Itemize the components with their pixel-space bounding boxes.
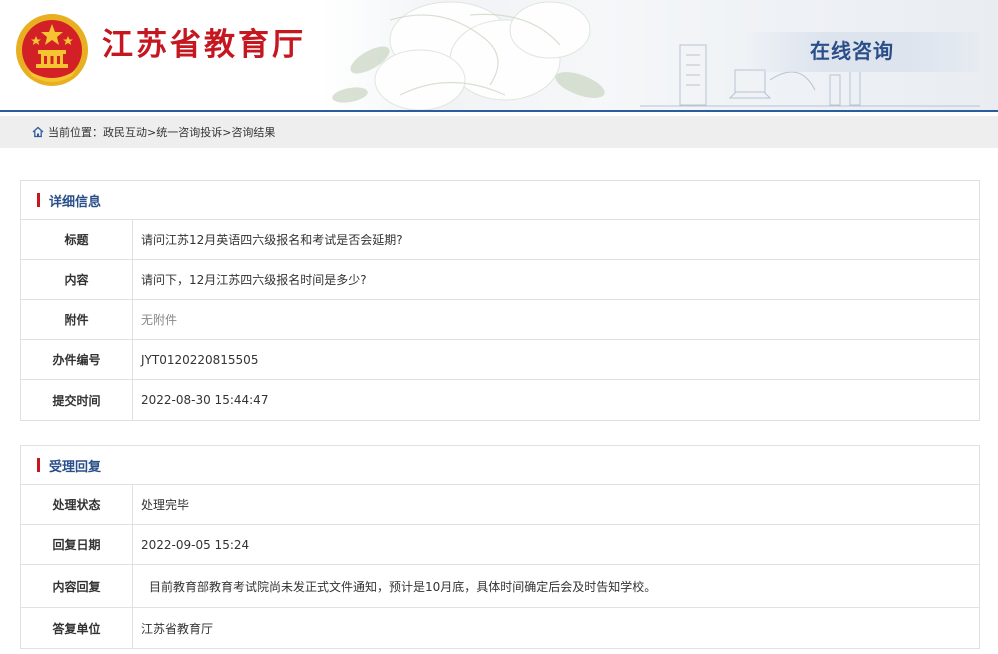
details-row-title: 标题 请问江苏12月英语四六级报名和考试是否会延期? [21,220,979,260]
row-label: 办件编号 [21,340,133,379]
breadcrumb-item-result[interactable]: 咨询结果 [231,124,275,140]
breadcrumb-item-politics[interactable]: 政民互动> [103,124,156,140]
breadcrumb-prefix: 当前位置： [48,126,103,139]
details-row-submit-time: 提交时间 2022-08-30 15:44:47 [21,380,979,420]
details-panel-header: 详细信息 [21,181,979,220]
reply-row-date: 回复日期 2022-09-05 15:24 [21,525,979,565]
row-value: 请问下，12月江苏四六级报名时间是多少? [141,273,367,287]
reply-panel: 受理回复 处理状态 处理完毕 回复日期 2022-09-05 15:24 内容回… [20,445,980,649]
reply-row-content: 内容回复 目前教育部教育考试院尚未发正式文件通知，预计是10月底，具体时间确定后… [21,565,979,608]
section-marker [37,193,40,207]
breadcrumb: 当前位置： 政民互动> 统一咨询投诉> 咨询结果 [0,116,998,148]
flower-decoration [332,1,605,111]
section-title: 在线咨询 [810,39,894,63]
breadcrumb-item-complaints[interactable]: 统一咨询投诉> [156,124,231,140]
row-label: 回复日期 [21,525,133,564]
reply-row-status: 处理状态 处理完毕 [21,485,979,525]
row-value: JYT0120220815505 [141,352,259,367]
row-label: 附件 [21,300,133,339]
details-panel-title: 详细信息 [49,194,102,210]
section-marker [37,458,40,472]
header-divider [0,110,998,112]
reply-panel-header: 受理回复 [21,446,979,485]
row-value: 处理完毕 [141,498,190,512]
row-value: 无附件 [141,313,178,327]
details-row-case-number: 办件编号 JYT0120220815505 [21,340,979,380]
site-header: 江苏省教育厅 在线咨询 [0,0,998,112]
details-row-attachment: 附件 无附件 [21,300,979,340]
reply-row-unit: 答复单位 江苏省教育厅 [21,608,979,648]
row-label: 处理状态 [21,485,133,524]
row-value: 请问江苏12月英语四六级报名和考试是否会延期? [141,233,403,247]
row-value: 2022-09-05 15:24 [141,537,250,552]
row-label: 提交时间 [21,380,133,420]
row-label: 答复单位 [21,608,133,648]
details-row-content: 内容 请问下，12月江苏四六级报名时间是多少? [21,260,979,300]
row-value: 目前教育部教育考试院尚未发正式文件通知，预计是10月底，具体时间确定后会及时告知… [149,579,657,594]
row-label: 内容回复 [21,565,133,607]
row-label: 内容 [21,260,133,299]
national-emblem-icon [16,14,88,86]
row-label: 标题 [21,220,133,259]
row-value: 江苏省教育厅 [141,621,214,636]
row-value: 2022-08-30 15:44:47 [141,393,269,407]
home-icon [32,126,44,138]
site-title[interactable]: 江苏省教育厅 [102,30,306,61]
details-panel: 详细信息 标题 请问江苏12月英语四六级报名和考试是否会延期? 内容 请问下，1… [20,180,980,421]
reply-panel-title: 受理回复 [49,459,102,475]
